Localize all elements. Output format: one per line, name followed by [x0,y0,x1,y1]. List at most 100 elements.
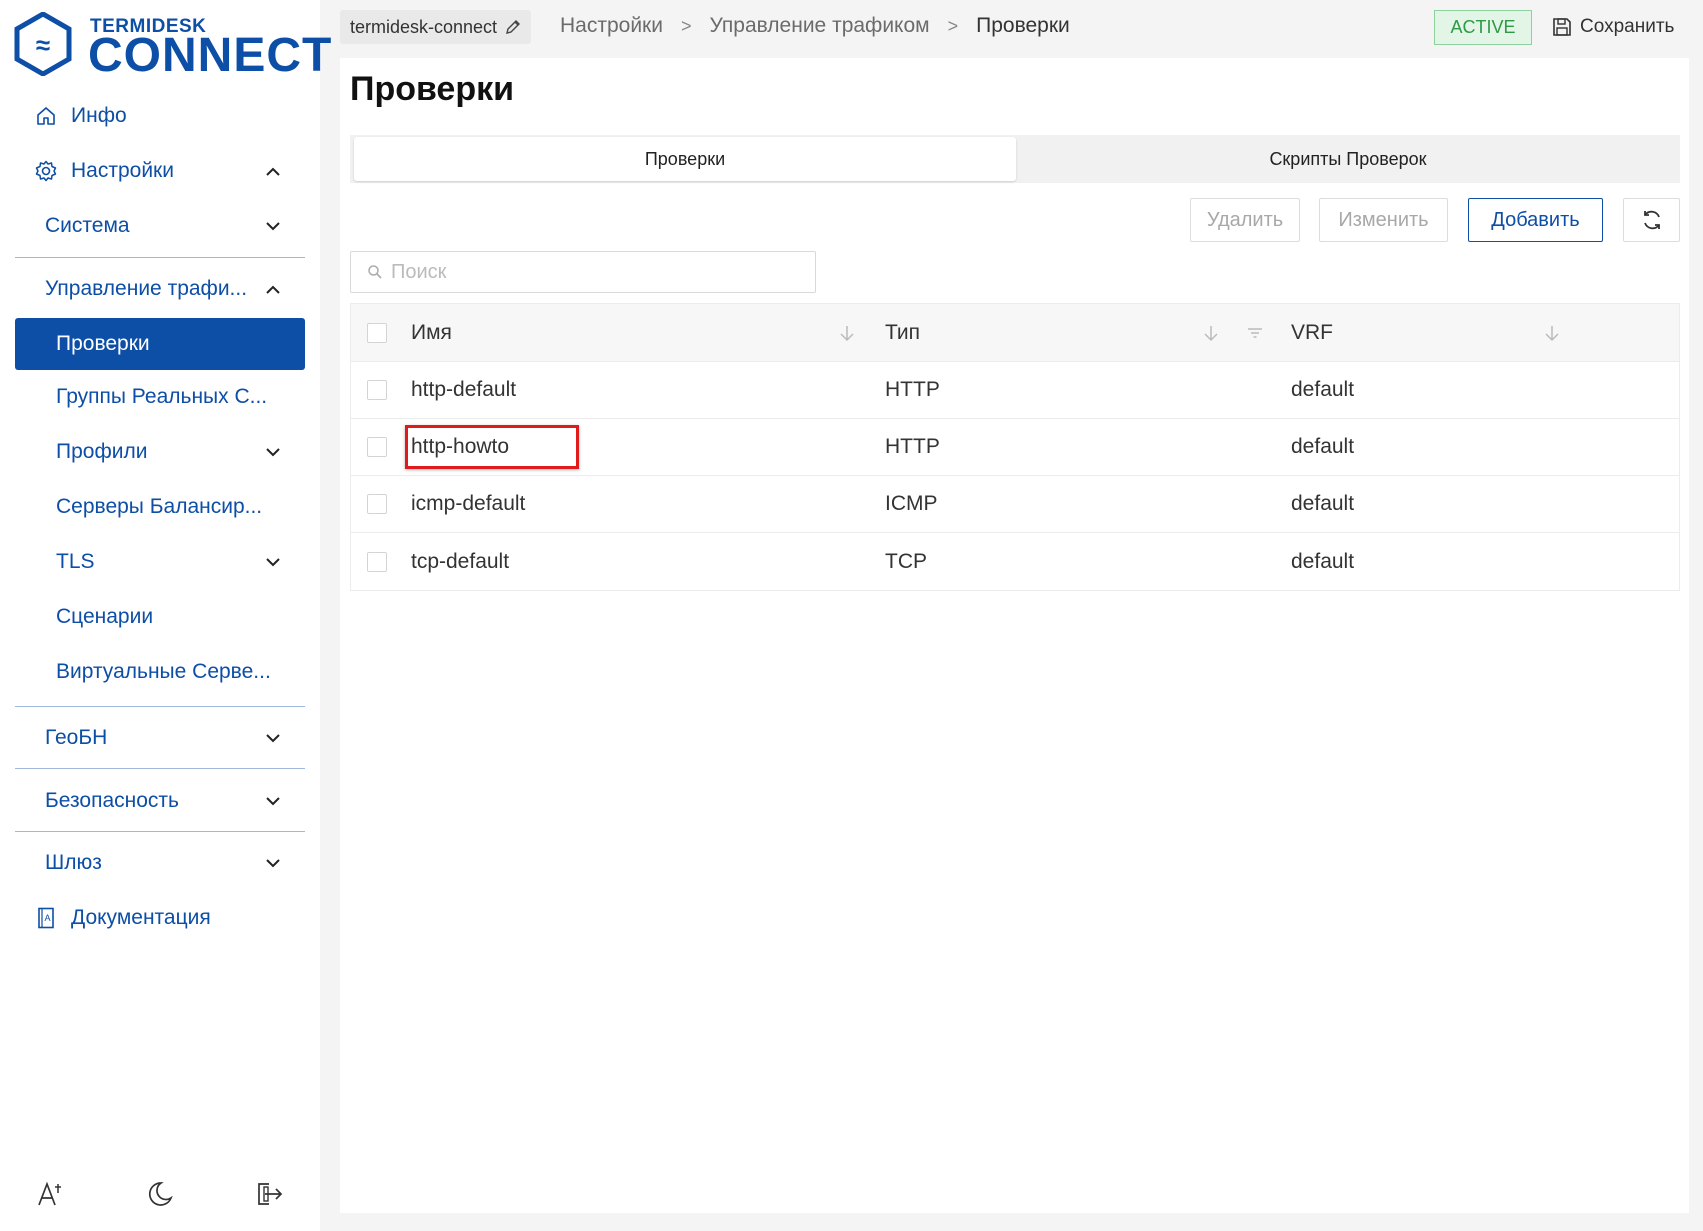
sidebar-item-documentation[interactable]: A Документация [15,896,305,940]
sort-down-icon[interactable] [1544,324,1560,342]
sidebar-divider [15,768,305,769]
breadcrumb-item-settings[interactable]: Настройки [560,14,663,38]
sidebar-item-label: Группы Реальных С... [56,385,268,408]
save-button[interactable]: Сохранить [1552,12,1674,42]
breadcrumb-item-traffic[interactable]: Управление трафиком [710,14,930,38]
connection-name: termidesk-connect [350,16,498,37]
cell-name: http-default [411,378,517,401]
sidebar-item-label: Шлюз [45,851,102,874]
sidebar-item-security[interactable]: Безопасность [15,779,305,823]
gear-icon [35,160,57,182]
cell-type: TCP [885,549,927,573]
cell-type: HTTP [885,435,940,458]
delete-button[interactable]: Удалить [1190,198,1300,242]
edit-button[interactable]: Изменить [1319,198,1448,242]
sidebar-item-label: Виртуальные Серве... [56,660,271,683]
svg-text:≈: ≈ [36,30,50,60]
save-label: Сохранить [1580,16,1675,37]
sidebar-item-label: Проверки [56,332,150,355]
row-checkbox[interactable] [367,494,387,514]
row-checkbox[interactable] [367,437,387,457]
sidebar-item-real-server-groups[interactable]: Группы Реальных С... [15,375,305,419]
sort-down-icon[interactable] [839,324,855,342]
sidebar-item-profiles[interactable]: Профили [15,430,305,474]
table-row[interactable]: tcp-default TCP default [351,533,1679,590]
sidebar: ≈ TERMIDESK CONNECT Инфо Настройки Систе… [0,0,331,1231]
sidebar-item-virtual-servers[interactable]: Виртуальные Серве... [15,650,305,694]
chevron-down-icon [261,550,285,574]
moon-icon[interactable] [142,1172,178,1216]
text-size-icon[interactable] [32,1172,68,1216]
sidebar-item-geo[interactable]: ГеоБН [15,716,305,760]
chevron-down-icon [261,789,285,813]
breadcrumb-separator: > [947,15,959,36]
cell-name: icmp-default [411,492,526,515]
sidebar-item-scenarios[interactable]: Сценарии [15,595,305,639]
sidebar-item-traffic-management[interactable]: Управление трафи... [15,267,305,311]
column-header-vrf[interactable]: VRF [1291,321,1333,345]
sidebar-item-info[interactable]: Инфо [15,94,305,138]
breadcrumb-item-current: Проверки [976,14,1070,37]
search-box[interactable] [350,251,816,293]
cell-vrf: default [1291,378,1355,401]
chevron-down-icon [261,440,285,464]
select-all-checkbox[interactable] [367,322,387,343]
home-icon [35,105,57,127]
chevron-down-icon [261,214,285,238]
sidebar-item-label: Безопасность [45,789,179,812]
refresh-icon [1640,208,1664,232]
sidebar-item-settings[interactable]: Настройки [15,149,305,193]
column-header-type[interactable]: Тип [885,321,920,345]
filter-icon[interactable] [1247,326,1263,340]
add-button[interactable]: Добавить [1468,198,1603,242]
sidebar-item-label: Инфо [71,104,127,127]
cell-vrf: default [1291,435,1355,458]
table-row[interactable]: icmp-default ICMP default [351,476,1679,533]
svg-text:A: A [44,913,50,923]
search-input[interactable] [391,260,791,284]
row-checkbox[interactable] [367,380,387,400]
chevron-down-icon [261,726,285,750]
sidebar-item-label: ГеоБН [45,726,108,749]
chevron-down-icon [261,851,285,875]
pencil-icon[interactable] [505,19,521,35]
tab-checks[interactable]: Проверки [354,137,1016,181]
cell-name: http-howto [411,435,510,458]
sidebar-item-gateway[interactable]: Шлюз [15,841,305,885]
sidebar-item-balancer-servers[interactable]: Серверы Балансир... [15,485,305,529]
cell-type: ICMP [885,492,938,515]
sidebar-item-label: Управление трафи... [45,277,248,300]
book-icon: A [35,907,57,929]
sidebar-item-label: Настройки [71,159,174,182]
connection-name-chip[interactable]: termidesk-connect [340,10,532,44]
refresh-button[interactable] [1623,198,1680,242]
sidebar-item-label: Система [45,214,130,237]
termidesk-logo[interactable]: ≈ TERMIDESK CONNECT [14,12,331,82]
sidebar-divider [15,831,305,832]
logo-text-main: CONNECT [88,29,333,82]
sidebar-item-system[interactable]: Система [15,204,305,248]
checks-table: Имя Тип VRF http-default HTTP default ht… [350,303,1680,591]
breadcrumb-separator: > [680,15,692,36]
cell-type: HTTP [885,378,940,401]
save-icon [1552,17,1572,37]
cell-vrf: default [1291,549,1355,573]
breadcrumb: Настройки > Управление трафиком > Провер… [560,14,1070,38]
logout-icon[interactable] [252,1172,288,1216]
table-row[interactable]: http-default HTTP default [351,362,1679,419]
column-header-name[interactable]: Имя [411,321,452,345]
sidebar-item-tls[interactable]: TLS [15,540,305,584]
search-icon [367,264,383,280]
sort-down-icon[interactable] [1203,324,1219,342]
sidebar-divider [15,257,305,258]
row-checkbox[interactable] [367,551,387,572]
sidebar-item-health-checks[interactable]: Проверки [15,318,305,370]
cell-name: tcp-default [411,549,510,573]
chevron-up-icon [261,159,285,183]
tab-check-scripts[interactable]: Скрипты Проверок [1016,137,1680,181]
top-bar: termidesk-connect Настройки > Управление… [340,8,1690,45]
table-header: Имя Тип VRF [351,304,1679,362]
tab-bar: Проверки Скрипты Проверок [350,135,1680,183]
table-row[interactable]: http-howto HTTP default [351,419,1679,476]
cell-vrf: default [1291,492,1355,515]
